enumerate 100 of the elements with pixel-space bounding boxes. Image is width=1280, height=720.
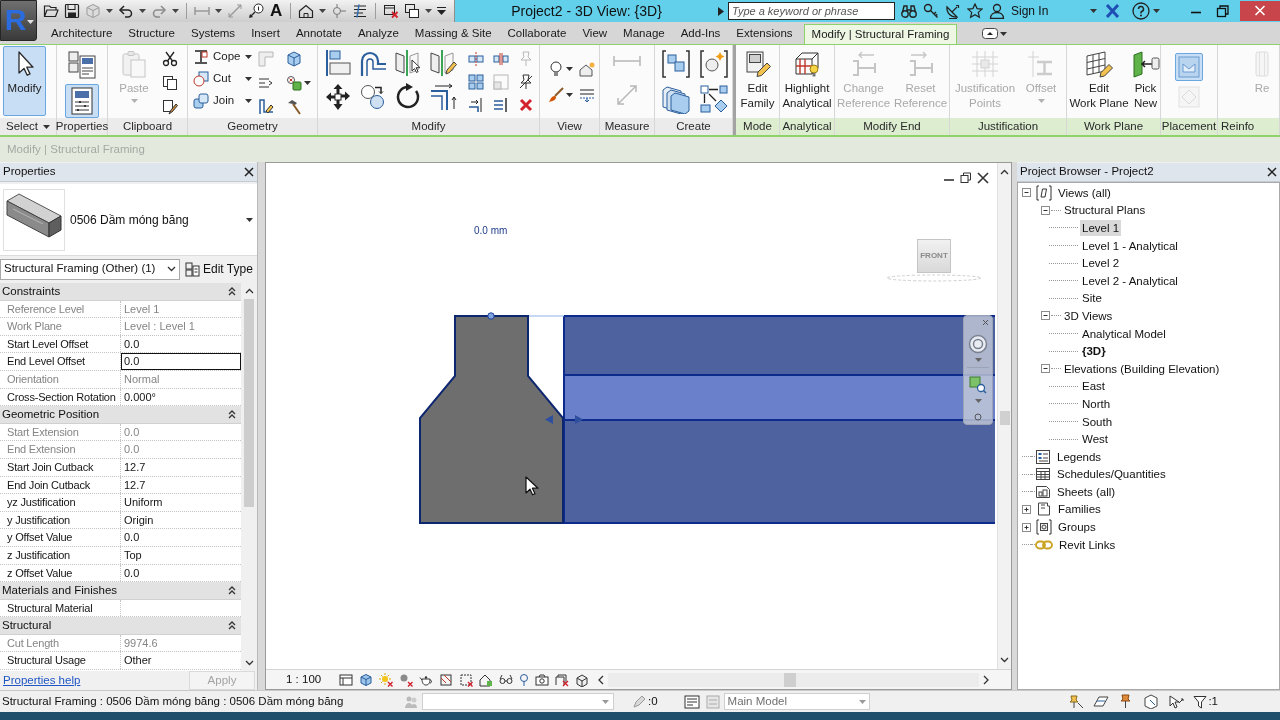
properties-help-link[interactable]: Properties help bbox=[3, 671, 81, 690]
ribbon-tab[interactable]: Systems bbox=[183, 23, 244, 44]
property-value-field[interactable]: Origin bbox=[121, 511, 241, 529]
sign-in-button[interactable]: Sign In bbox=[1011, 2, 1049, 20]
scrollbar-thumb[interactable] bbox=[784, 672, 797, 687]
close-icon[interactable] bbox=[244, 167, 254, 177]
collapse-toggle-icon[interactable] bbox=[1022, 188, 1031, 198]
hide-lines-icon[interactable] bbox=[579, 87, 595, 103]
edit-type-button[interactable]: Edit Type bbox=[183, 258, 255, 280]
panel-title[interactable]: Placement bbox=[1161, 118, 1217, 135]
bracket-circle-sparkle-icon[interactable] bbox=[699, 49, 729, 79]
glasses-icon[interactable] bbox=[499, 672, 514, 687]
cube-outline-icon[interactable] bbox=[286, 51, 302, 67]
property-value-field[interactable]: Other bbox=[121, 652, 241, 670]
panel-title[interactable]: Properties bbox=[57, 118, 107, 135]
star-icon[interactable] bbox=[967, 3, 983, 19]
ribbon-tab[interactable]: Massing & Site bbox=[406, 23, 500, 44]
section-marker-icon[interactable] bbox=[331, 3, 348, 19]
ribbon-button[interactable]: Edit Work Plane bbox=[1067, 46, 1131, 116]
placement-toggle-button[interactable] bbox=[1175, 53, 1203, 81]
ribbon-tab[interactable]: Structure bbox=[120, 23, 184, 44]
camera-icon[interactable] bbox=[535, 672, 550, 687]
ribbon-tab[interactable]: Manage bbox=[615, 23, 673, 44]
sheet-brush-icon[interactable] bbox=[162, 99, 178, 115]
ribbon-tab[interactable]: Modify | Structural Framing bbox=[803, 24, 958, 45]
delete-x-icon[interactable] bbox=[518, 97, 534, 113]
tree-item[interactable]: West bbox=[1080, 431, 1110, 448]
key-icon[interactable] bbox=[923, 3, 939, 19]
dropdown-caret-icon[interactable] bbox=[215, 9, 222, 13]
lightbulb-icon[interactable] bbox=[548, 61, 564, 77]
customize-menu-icon[interactable] bbox=[437, 7, 447, 15]
horizontal-scrollbar[interactable] bbox=[608, 672, 979, 687]
property-group-header[interactable]: Structural bbox=[0, 617, 241, 635]
satellite-dish-icon[interactable] bbox=[945, 3, 961, 19]
property-value-field[interactable]: 12.7 bbox=[121, 458, 241, 476]
align-icon[interactable] bbox=[324, 49, 352, 77]
shadow-crossed-icon[interactable] bbox=[399, 672, 414, 687]
ribbon-small-button[interactable]: Cope bbox=[191, 46, 254, 68]
grip-dot-icon[interactable] bbox=[487, 312, 495, 320]
split-gap-icon[interactable] bbox=[493, 51, 509, 67]
tree-item[interactable]: Structural Plans bbox=[1062, 202, 1148, 219]
view-close-icon[interactable] bbox=[977, 172, 989, 184]
vertical-scrollbar[interactable] bbox=[997, 163, 1011, 669]
property-value-field[interactable]: 0.0 bbox=[121, 564, 241, 582]
panel-title[interactable]: Work Plane bbox=[1067, 118, 1160, 135]
expand-arrow-icon[interactable] bbox=[718, 6, 724, 16]
dropdown-caret-icon[interactable] bbox=[106, 9, 113, 13]
scroll-up-icon[interactable] bbox=[244, 288, 254, 294]
cursor-arrow-icon[interactable] bbox=[1168, 694, 1185, 709]
ribbon-tab[interactable]: View bbox=[574, 23, 616, 44]
array-grid-icon[interactable] bbox=[468, 74, 484, 90]
tree-item[interactable]: East bbox=[1080, 378, 1107, 395]
property-value-field[interactable]: 0.0 bbox=[121, 353, 241, 370]
property-value-field[interactable]: 12.7 bbox=[121, 476, 241, 494]
striped-square-icon[interactable] bbox=[439, 672, 454, 687]
ribbon-button[interactable]: Pick New bbox=[1131, 46, 1160, 116]
rotate-arrow-icon[interactable] bbox=[394, 83, 422, 111]
window-layout-icon[interactable] bbox=[339, 672, 354, 687]
undo-icon[interactable] bbox=[118, 3, 134, 19]
tag-callout-icon[interactable] bbox=[248, 3, 264, 19]
redo-icon[interactable] bbox=[151, 3, 167, 19]
dropdown-caret-icon[interactable] bbox=[304, 81, 311, 85]
bracket-cubes-icon[interactable] bbox=[661, 49, 691, 79]
tree-item[interactable]: North bbox=[1080, 395, 1113, 412]
panel-title[interactable]: Mode bbox=[736, 118, 779, 135]
tree-item[interactable]: 3D Views bbox=[1062, 307, 1115, 324]
property-value-field[interactable]: Top bbox=[121, 546, 241, 564]
view-restore-icon[interactable] bbox=[960, 172, 972, 184]
save-icon[interactable] bbox=[64, 3, 80, 19]
tree-item[interactable]: Level 2 bbox=[1080, 255, 1122, 272]
type-selector[interactable]: 0506 Dầm móng băng bbox=[0, 184, 257, 256]
mirror-pencil-icon[interactable] bbox=[429, 49, 457, 77]
stacked-panels-icon[interactable] bbox=[661, 84, 691, 114]
ribbon-tab[interactable]: Analyze bbox=[349, 23, 407, 44]
ribbon-tab[interactable]: Architecture bbox=[43, 23, 121, 44]
dashed-square-x-icon[interactable] bbox=[459, 672, 474, 687]
dropdown-caret-icon[interactable] bbox=[425, 9, 433, 13]
sun-crossed-icon[interactable] bbox=[379, 672, 394, 687]
tree-item[interactable]: Level 2 - Analytical bbox=[1080, 272, 1180, 289]
panel-title[interactable]: View bbox=[540, 118, 599, 135]
collapse-toggle-icon[interactable] bbox=[1041, 205, 1050, 215]
tree-item[interactable]: Level 1 bbox=[1080, 220, 1122, 236]
paintbrush-icon[interactable] bbox=[548, 87, 564, 103]
pushpin-link-icon[interactable] bbox=[1068, 694, 1085, 709]
collapse-toggle-icon[interactable] bbox=[1041, 364, 1050, 374]
scissors-icon[interactable] bbox=[162, 51, 178, 67]
tree-item[interactable]: Level 1 - Analytical bbox=[1080, 237, 1180, 254]
dropdown-caret-icon[interactable] bbox=[319, 9, 327, 13]
help-icon[interactable] bbox=[1132, 2, 1151, 20]
zoom-icon[interactable] bbox=[969, 376, 987, 394]
drag-arrow-icon[interactable] bbox=[575, 415, 583, 424]
property-group-header[interactable]: Constraints bbox=[0, 283, 241, 301]
mirror-cursor-icon[interactable] bbox=[394, 49, 422, 77]
property-value-field[interactable]: 0.000° bbox=[121, 388, 241, 406]
ribbon-tab[interactable]: Extensions bbox=[728, 23, 801, 44]
dropdown-caret-icon[interactable] bbox=[139, 9, 146, 13]
search-field[interactable]: Type a keyword or phrase bbox=[728, 2, 895, 20]
property-value-field[interactable]: 0.0 bbox=[121, 335, 241, 353]
panel-title[interactable]: Select bbox=[0, 118, 56, 135]
ribbon-tab[interactable]: Collaborate bbox=[499, 23, 575, 44]
